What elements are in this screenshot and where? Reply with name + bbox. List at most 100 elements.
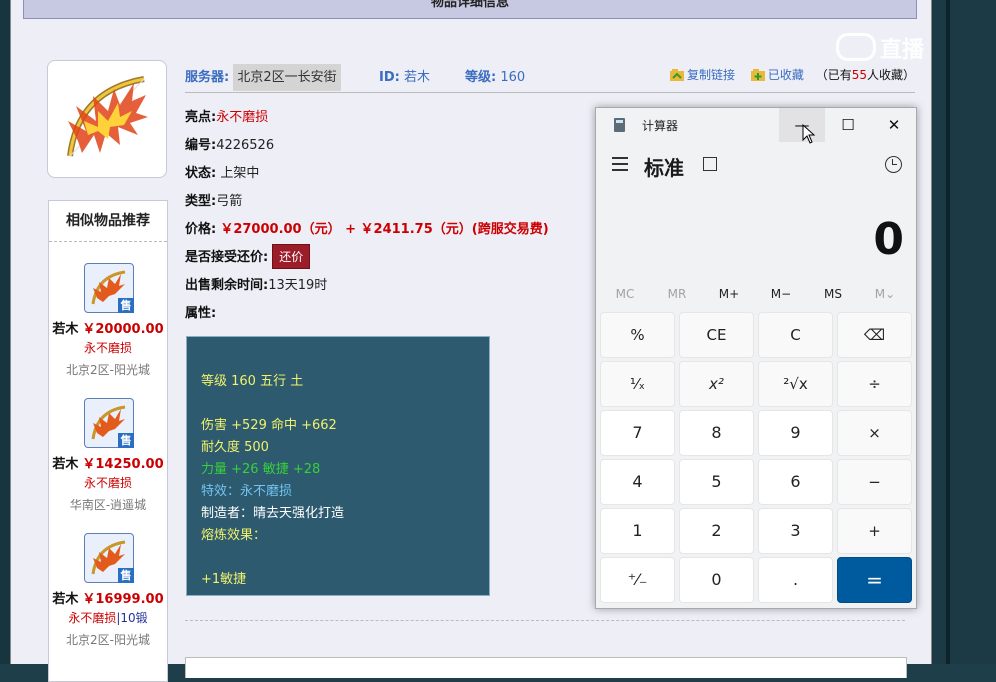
similar-item-server: 北京2区-阳光城: [66, 633, 150, 647]
copy-link-label: 复制链接: [687, 68, 736, 82]
subtract-key[interactable]: −: [837, 459, 912, 505]
similar-item-server: 北京2区-阳光城: [66, 363, 150, 377]
favorite-count-prefix: （已有: [815, 68, 852, 82]
decimal-key[interactable]: .: [758, 557, 833, 603]
calculator-window[interactable]: 计算器 — ☐ ✕ 标准 0 MC MR M+ M− MS M⌄ % CE C …: [595, 107, 917, 609]
bow-weapon-icon: [67, 76, 148, 157]
background-stripe: [946, 0, 950, 664]
favorite-count: （已有55人收藏）: [816, 68, 915, 82]
attr-durability: 耐久度 500: [201, 440, 269, 455]
calculator-titlebar[interactable]: 计算器 — ☐ ✕: [596, 108, 917, 144]
similar-item-tag: 永不磨损: [49, 339, 167, 356]
id-info: ID: 若木: [379, 66, 430, 85]
sold-tag: 售: [118, 568, 134, 583]
copy-link-button[interactable]: 复制链接: [670, 68, 739, 82]
status-row: 状态: 上架中: [185, 162, 259, 181]
negate-key[interactable]: ⁺⁄₋: [600, 557, 675, 603]
digit-2-key[interactable]: 2: [679, 508, 754, 554]
type-label: 类型:: [185, 194, 217, 209]
attr-special-effect: 特效：永不磨损: [201, 484, 293, 499]
add-key[interactable]: +: [837, 508, 912, 554]
type-value: 弓箭: [216, 194, 243, 209]
favorited-label: 已收藏: [767, 68, 804, 82]
page-title: 物品详细信息: [430, 0, 509, 10]
digit-1-key[interactable]: 1: [600, 508, 675, 554]
bow-thumbnail-icon[interactable]: 售: [84, 263, 134, 313]
calculator-mode-title: 标准: [644, 156, 684, 180]
mouse-cursor-icon: [802, 124, 816, 144]
similar-item-name: 若木: [52, 457, 79, 472]
clear-key[interactable]: C: [758, 312, 833, 358]
similar-item-highlight: 永不磨损: [68, 611, 117, 625]
memory-clear-button[interactable]: MC: [599, 287, 651, 301]
remaining-time-row: 出售剩余时间:13天19时: [185, 274, 327, 293]
attr-level-element: 等级 160 五行 土: [201, 374, 304, 389]
server-label: 服务器:: [185, 70, 230, 85]
similar-item-price: ￥16999.00: [82, 592, 164, 607]
reciprocal-key[interactable]: ¹⁄ₓ: [600, 361, 675, 407]
live-watermark: 直播: [836, 32, 924, 64]
level-label: 等级:: [465, 70, 497, 85]
square-root-key[interactable]: ²√x: [758, 361, 833, 407]
memory-store-button[interactable]: MS: [807, 287, 859, 301]
digit-6-key[interactable]: 6: [758, 459, 833, 505]
digit-3-key[interactable]: 3: [758, 508, 833, 554]
similar-item-highlight: 永不磨损: [83, 341, 132, 355]
similar-item-server: 华南区-逍遥城: [69, 498, 147, 512]
history-icon[interactable]: [885, 156, 902, 173]
favorite-count-suffix: 人收藏）: [866, 68, 915, 82]
digit-8-key[interactable]: 8: [679, 410, 754, 456]
digit-4-key[interactable]: 4: [600, 459, 675, 505]
similar-item-name: 若木: [52, 592, 79, 607]
attributes-panel: 等级 160 五行 土 伤害 +529 命中 +662 耐久度 500 力量 +…: [186, 336, 490, 596]
bargain-button[interactable]: 还价: [272, 244, 311, 269]
item-main-image[interactable]: [47, 60, 167, 178]
highlight-row: 亮点:永不磨损: [185, 106, 268, 125]
divide-key[interactable]: ÷: [837, 361, 912, 407]
digit-5-key[interactable]: 5: [679, 459, 754, 505]
item-summary-bar: 服务器: 北京2区一长安街 ID: 若木 等级: 160 复制链接 已收藏 （已…: [185, 60, 915, 93]
memory-recall-button[interactable]: MR: [651, 287, 703, 301]
attr-maker: 制造者：晴去天强化打造: [201, 506, 345, 521]
square-key[interactable]: x²: [679, 361, 754, 407]
number-value: 4226526: [216, 138, 275, 153]
digit-7-key[interactable]: 7: [600, 410, 675, 456]
copy-link-icon: [670, 69, 684, 81]
memory-subtract-button[interactable]: M−: [755, 287, 807, 301]
close-button[interactable]: ✕: [871, 108, 917, 142]
similar-item-level-tag: |10锻: [116, 611, 148, 625]
sold-tag: 售: [118, 433, 134, 448]
price-value: ￥27000.00（元） + ￥2411.75（元）(跨服交易费): [220, 222, 549, 237]
equals-key[interactable]: =: [837, 557, 912, 603]
percent-key[interactable]: %: [600, 312, 675, 358]
highlight-value: 永不磨损: [216, 110, 269, 125]
cc-logo-icon: [836, 33, 876, 61]
favorite-folder-icon: [750, 69, 765, 81]
similar-items-title: 相似物品推荐: [49, 201, 167, 242]
price-label: 价格:: [185, 222, 217, 237]
attributes-label: 属性:: [185, 306, 217, 321]
menu-icon[interactable]: [612, 157, 628, 171]
backspace-key[interactable]: ⌫: [837, 312, 912, 358]
similar-item-highlight: 永不磨损: [83, 476, 132, 490]
favorited-button[interactable]: 已收藏: [750, 68, 808, 82]
attr-damage-hit: 伤害 +529 命中 +662: [201, 418, 337, 433]
bargain-row: 是否接受还价: 还价: [185, 244, 311, 269]
digit-0-key[interactable]: 0: [679, 557, 754, 603]
digit-9-key[interactable]: 9: [758, 410, 833, 456]
status-value: 上架中: [220, 166, 260, 181]
multiply-key[interactable]: ×: [837, 410, 912, 456]
memory-list-button[interactable]: M⌄: [859, 287, 911, 301]
bow-thumbnail-icon[interactable]: 售: [84, 398, 134, 448]
clear-entry-key[interactable]: CE: [679, 312, 754, 358]
maximize-button[interactable]: ☐: [825, 108, 871, 142]
bargain-label: 是否接受还价:: [185, 250, 269, 265]
page-header: 物品详细信息: [23, 0, 917, 19]
level-value: 160: [500, 70, 526, 85]
keep-on-top-icon[interactable]: [703, 157, 717, 171]
server-value: 北京2区一长安街: [233, 64, 341, 91]
favorite-area: 复制链接 已收藏 （已有55人收藏）: [670, 66, 915, 83]
memory-add-button[interactable]: M+: [703, 287, 755, 301]
bow-thumbnail-icon[interactable]: 售: [84, 533, 134, 583]
similar-item-price-line: 若木 ￥20000.00: [49, 318, 167, 337]
